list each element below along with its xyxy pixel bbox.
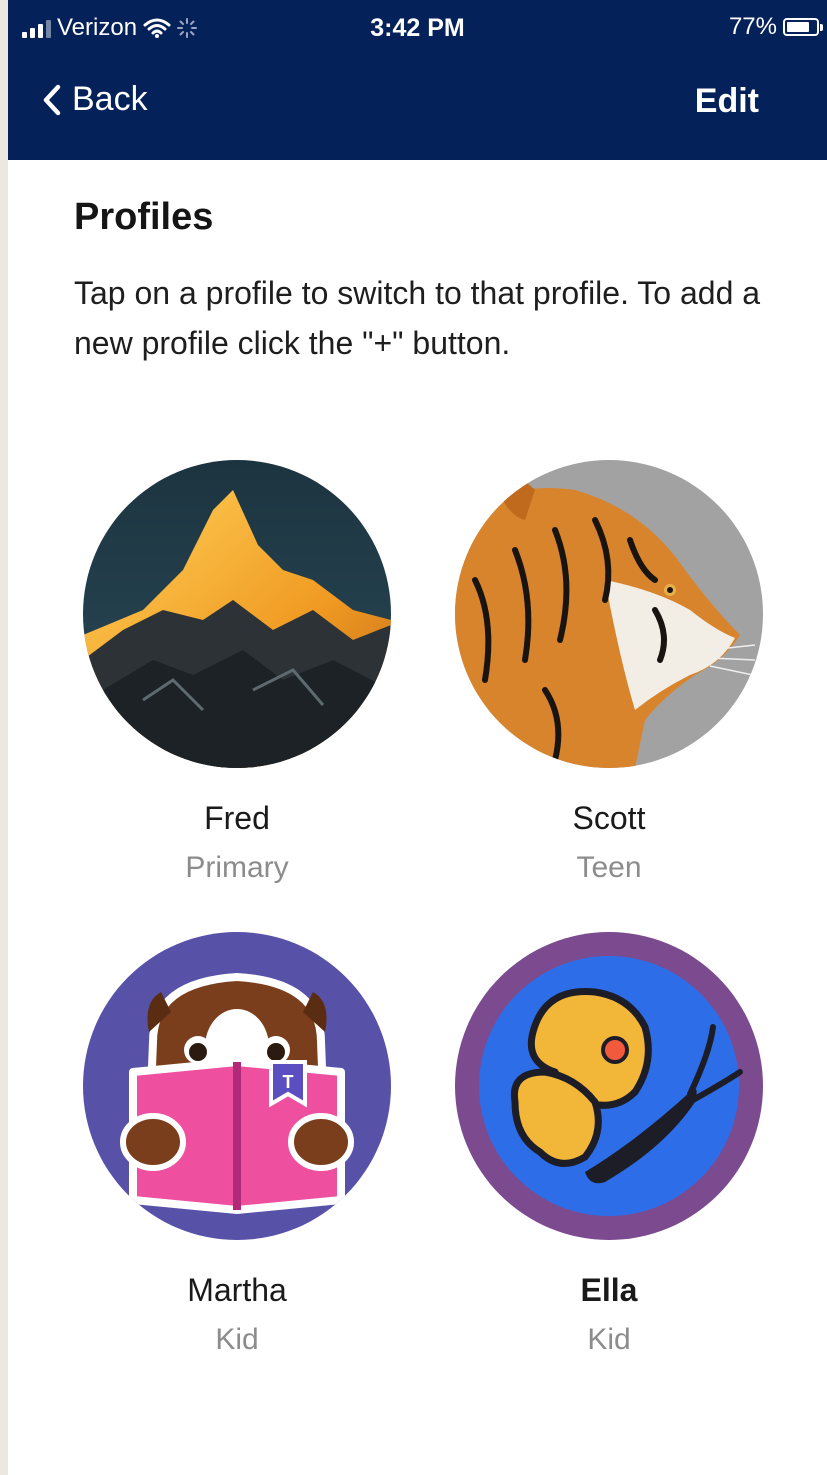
reading-animal-avatar-icon: T (83, 932, 391, 1240)
navigation-bar: Back Edit (8, 58, 827, 160)
tiger-avatar-icon (455, 460, 763, 768)
profile-role: Kid (587, 1323, 631, 1356)
profiles-content: Profiles Tap on a profile to switch to t… (8, 160, 827, 1475)
back-button[interactable]: Back (42, 80, 148, 119)
profile-name: Martha (187, 1272, 287, 1308)
chevron-left-icon (43, 84, 61, 115)
edit-button[interactable]: Edit (695, 82, 759, 121)
profile-name: Scott (572, 800, 646, 836)
butterfly-avatar-icon (455, 932, 763, 1240)
profile-name: Ella (580, 1272, 638, 1308)
battery-icon (783, 18, 823, 36)
battery-percent: 77% (728, 13, 777, 40)
status-bar: Verizon 3:42 PM 77% (8, 0, 827, 58)
profile-role: Primary (185, 851, 289, 884)
profile-role: Teen (576, 851, 642, 884)
status-time: 3:42 PM (370, 14, 465, 42)
back-label: Back (72, 80, 148, 118)
page-description: Tap on a profile to switch to that profi… (74, 275, 761, 361)
mountain-avatar-icon (83, 460, 391, 768)
profile-card-scott[interactable]: Scott Teen (454, 460, 764, 885)
profile-card-fred[interactable]: Fred Primary (82, 460, 392, 885)
app-screen: Verizon 3:42 PM 77% Back Edit Profiles T… (8, 0, 827, 1475)
profile-role: Kid (215, 1323, 259, 1356)
profile-card-martha[interactable]: T Martha Kid (82, 932, 392, 1357)
profile-card-ella[interactable]: Ella Kid (454, 932, 764, 1357)
profile-name: Fred (204, 800, 270, 836)
svg-text:T: T (283, 1072, 294, 1092)
page-title: Profiles (74, 196, 214, 238)
status-right: 77% (728, 13, 823, 41)
